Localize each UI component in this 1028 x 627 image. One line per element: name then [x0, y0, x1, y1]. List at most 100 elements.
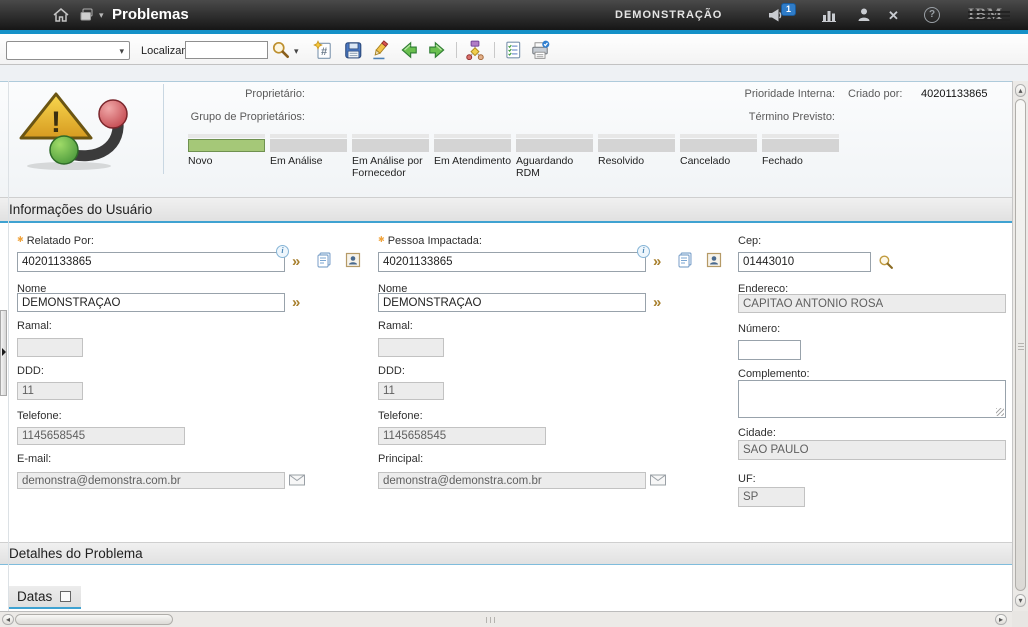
section-header-user-info: Informações do Usuário [0, 197, 1012, 223]
search-icon[interactable] [271, 40, 291, 60]
status-step: Em Análise por Fornecedor [352, 134, 429, 179]
toolbar-separator [494, 42, 495, 58]
ramal-impactada-input[interactable] [378, 338, 444, 357]
relatado-por-label: ✱Relatado Por: [17, 235, 94, 247]
telefone-label: Telefone: [17, 410, 62, 422]
numero-label: Número: [738, 323, 780, 335]
datas-subsection-header[interactable]: Datas [8, 586, 81, 609]
uf-input[interactable] [738, 487, 805, 507]
endereco-input[interactable] [738, 294, 1006, 313]
email-icon[interactable] [289, 474, 305, 486]
relatado-por-input[interactable] [17, 252, 285, 272]
resize-grip-icon[interactable] [996, 408, 1004, 416]
nome-relatado-input[interactable] [17, 293, 285, 312]
workflow-icon[interactable] [465, 40, 485, 60]
telefone-impactada-input[interactable] [378, 427, 546, 445]
ramal-relatado-input[interactable] [17, 338, 83, 357]
status-step: Cancelado [680, 134, 757, 179]
detail-menu-icon[interactable]: » [292, 252, 300, 272]
detail-menu-icon[interactable]: » [653, 293, 661, 313]
titlebar: ▾ Problemas DEMONSTRAÇÃO 1 ✕ ? IBM [0, 0, 1028, 30]
required-icon: ✱ [378, 235, 385, 244]
criado-por-label: Criado por: [848, 88, 902, 100]
scroll-left-icon[interactable]: ◂ [2, 614, 14, 625]
saved-query-select[interactable]: ▾ [6, 41, 130, 60]
scroll-right-icon[interactable]: ▸ [995, 614, 1007, 625]
search-input[interactable] [185, 41, 268, 59]
ddd-impactada-input[interactable] [378, 382, 444, 400]
status-step: Resolvido [598, 134, 675, 179]
detail-menu-icon[interactable]: » [653, 252, 661, 272]
cep-lookup-icon[interactable] [878, 254, 894, 270]
pessoa-impactada-label: ✱Pessoa Impactada: [378, 235, 482, 247]
telefone-label: Telefone: [378, 410, 423, 422]
prioridade-interna-label: Prioridade Interna: [710, 88, 835, 100]
detail-menu-icon[interactable]: » [292, 293, 300, 313]
ramal-label: Ramal: [378, 320, 413, 332]
horizontal-scroll-thumb[interactable] [15, 614, 173, 625]
application-icon: ! [9, 84, 164, 174]
go-to-caret-icon[interactable]: ▾ [99, 10, 104, 21]
reports-icon[interactable] [503, 40, 523, 60]
record-header: ! Proprietário: Grupo de Proprietários: … [0, 81, 1012, 197]
telefone-relatado-input[interactable] [17, 427, 185, 445]
long-description-icon[interactable] [676, 251, 694, 269]
person-profile-icon[interactable] [344, 251, 362, 269]
save-icon[interactable] [343, 40, 363, 60]
nome-impactada-input[interactable] [378, 293, 646, 312]
principal-input[interactable] [378, 472, 646, 489]
next-record-icon[interactable] [427, 40, 447, 60]
info-icon[interactable]: i [276, 245, 289, 258]
email-icon[interactable] [650, 474, 666, 486]
environment-label: DEMONSTRAÇÃO [615, 9, 722, 21]
scrollbar-grip [490, 617, 491, 623]
info-icon[interactable]: i [637, 245, 650, 258]
help-icon[interactable]: ? [924, 7, 940, 23]
long-description-icon[interactable] [315, 251, 333, 269]
scroll-down-icon[interactable]: ▾ [1015, 594, 1026, 607]
cidade-label: Cidade: [738, 427, 776, 439]
cidade-input[interactable] [738, 440, 1006, 460]
go-to-applications-icon[interactable] [78, 6, 96, 24]
home-icon[interactable] [52, 6, 70, 24]
email-input[interactable] [17, 472, 285, 489]
complemento-textarea[interactable] [738, 380, 1006, 418]
ddd-relatado-input[interactable] [17, 382, 83, 400]
new-record-icon[interactable]: # [313, 40, 333, 60]
status-step: Aguardando RDM [516, 134, 593, 179]
datas-title: Datas [17, 589, 52, 604]
horizontal-scrollbar[interactable]: ◂ ▸ [0, 611, 1012, 627]
termino-previsto-label: Término Previsto: [710, 111, 835, 123]
status-step: Em Atendimento [434, 134, 511, 179]
content-left-border [8, 81, 9, 611]
status-step: Fechado [762, 134, 839, 179]
scrollbar-grip [1018, 346, 1024, 347]
pessoa-impactada-input[interactable] [378, 252, 646, 272]
notification-badge: 1 [781, 3, 796, 16]
section-header-problem-details: Detalhes do Problema [0, 542, 1012, 565]
cep-input[interactable] [738, 252, 871, 272]
sign-out-icon[interactable]: ✕ [888, 8, 899, 24]
start-center-chart-icon[interactable] [820, 6, 838, 24]
select-caret-icon[interactable]: ▾ [119, 46, 124, 57]
previous-record-icon[interactable] [399, 40, 419, 60]
grupo-proprietarios-label: Grupo de Proprietários: [120, 111, 305, 123]
profile-icon[interactable] [855, 6, 873, 24]
vertical-scroll-thumb[interactable] [1015, 99, 1026, 591]
required-icon: ✱ [17, 235, 24, 244]
vertical-scrollbar[interactable]: ▴ ▾ [1012, 81, 1028, 611]
minimize-section-icon[interactable] [60, 591, 71, 602]
scrollbar-grip [1018, 349, 1024, 350]
toolbar: ▾ Localizar: ▾ # [0, 34, 1028, 65]
email-label: E-mail: [17, 453, 51, 465]
panel-collapse-handle[interactable] [0, 310, 7, 396]
status-step: Em Análise [270, 134, 347, 179]
person-profile-icon[interactable] [705, 251, 723, 269]
proprietario-label: Proprietário: [155, 88, 305, 100]
print-icon[interactable] [530, 40, 550, 60]
scroll-up-icon[interactable]: ▴ [1015, 84, 1026, 97]
numero-input[interactable] [738, 340, 801, 360]
clear-changes-icon[interactable] [370, 40, 390, 60]
search-options-caret-icon[interactable]: ▾ [294, 46, 299, 57]
user-info-form: ✱Relatado Por: i » Nome » Ramal: [0, 223, 1012, 542]
